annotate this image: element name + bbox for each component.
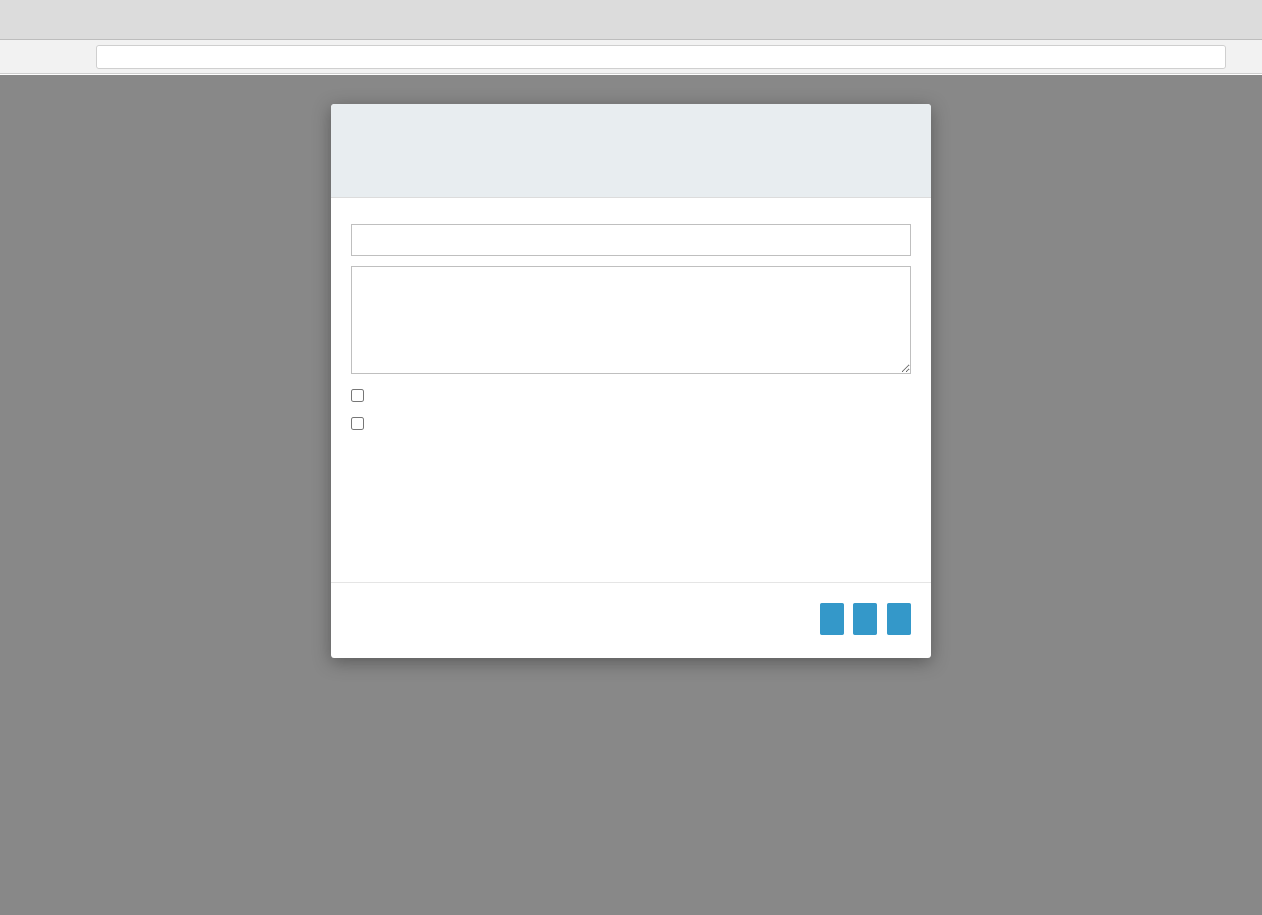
dialog-footer [331, 582, 931, 658]
new-version-option-row [351, 417, 911, 433]
url-field[interactable] [96, 45, 1226, 69]
form-name-input[interactable] [351, 224, 911, 256]
save-button[interactable] [887, 603, 911, 635]
embed-option-row [351, 389, 911, 405]
new-version-checkbox[interactable] [351, 417, 364, 430]
dialog-body [331, 198, 931, 449]
description-textarea[interactable] [351, 266, 911, 374]
cancel-button[interactable] [819, 603, 844, 635]
embed-checkbox[interactable] [351, 389, 364, 402]
save-form-dialog [331, 104, 931, 658]
dialog-header [331, 104, 931, 198]
browser-tab-strip [0, 0, 1262, 40]
address-bar [0, 40, 1262, 74]
save-and-close-button[interactable] [853, 603, 878, 635]
